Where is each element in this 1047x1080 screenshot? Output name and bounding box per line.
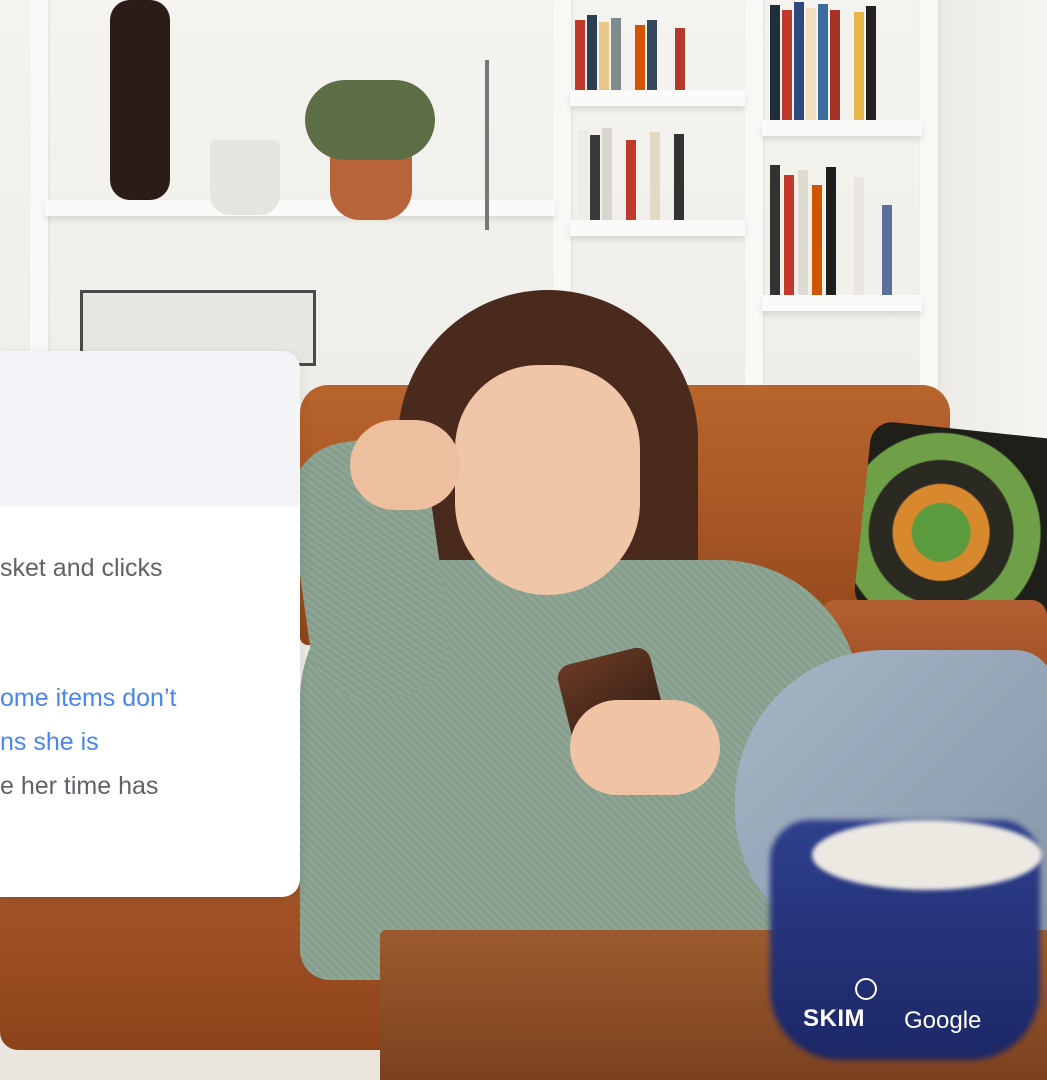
brand-logos: SKIM Google: [800, 974, 1000, 1044]
shelf: [570, 90, 745, 106]
shelf: [570, 220, 745, 236]
shelf-pillar: [920, 0, 938, 400]
shelf: [762, 120, 922, 136]
shelf: [45, 200, 555, 216]
pillow: [852, 420, 1047, 630]
shelf: [762, 295, 922, 311]
google-logo: Google: [904, 1007, 982, 1034]
hand: [350, 420, 460, 510]
card-highlight-line: ns she is: [0, 728, 99, 756]
card-text-line: e her time has: [0, 772, 159, 800]
books: [770, 0, 920, 120]
card-header: [0, 351, 300, 507]
tripod: [485, 60, 489, 230]
card-highlight-line: ome items don’t: [0, 684, 177, 712]
vase: [210, 140, 280, 215]
face: [455, 365, 640, 595]
mug-rim: [812, 820, 1042, 890]
books: [578, 125, 728, 220]
plant-leaves: [305, 80, 435, 160]
story-card: sket and clicks ome items don’t ns she i…: [0, 351, 300, 897]
statue: [110, 0, 170, 200]
skim-logo: SKIM: [803, 1005, 865, 1032]
skim-ring-icon: [855, 978, 877, 1000]
books: [575, 10, 735, 90]
wall-right: [935, 0, 1047, 460]
card-text-line: sket and clicks: [0, 554, 163, 582]
books: [770, 160, 920, 295]
hand-holding-phone: [570, 700, 720, 795]
plant-pot: [330, 150, 412, 220]
shelf-pillar: [745, 0, 763, 400]
